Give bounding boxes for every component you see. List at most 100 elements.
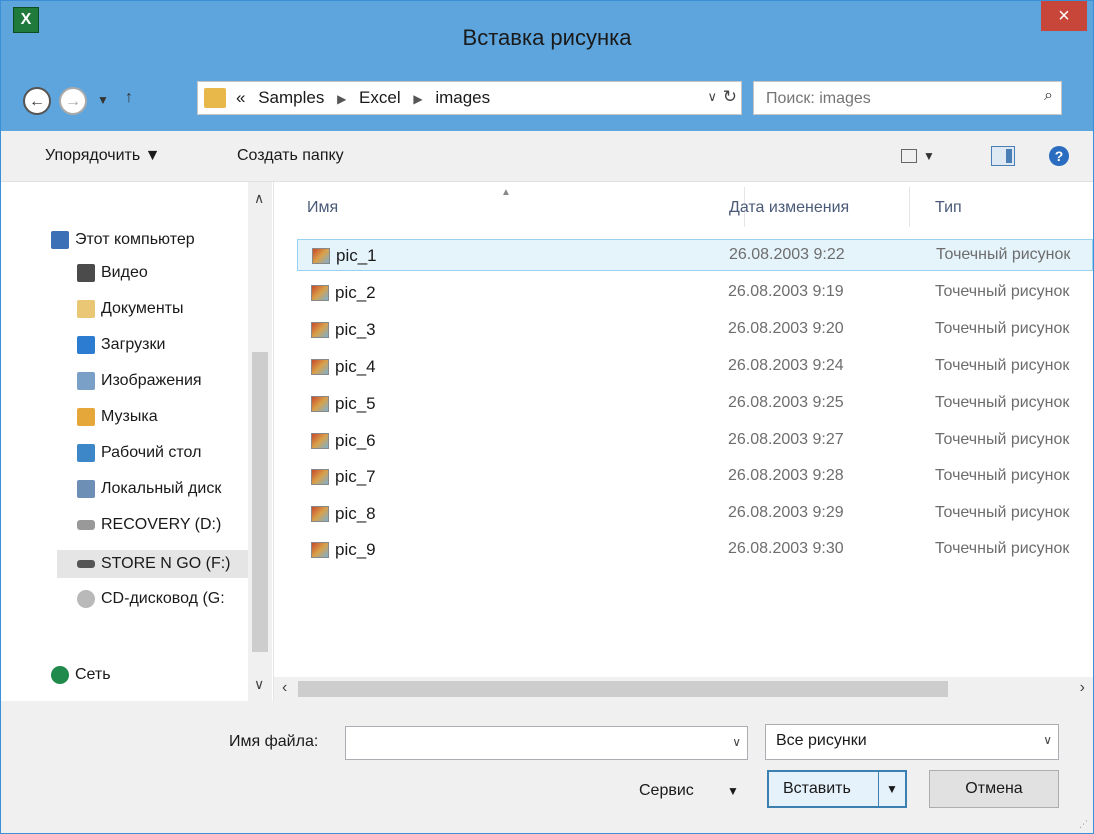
nav-item-label: Рабочий стол <box>101 444 202 462</box>
column-header-date[interactable]: Дата изменения <box>729 199 849 217</box>
insert-options-dropdown[interactable]: ▼ <box>878 772 905 806</box>
insert-button[interactable]: Вставить ▼ <box>767 770 907 808</box>
address-history-dropdown[interactable]: ∨ <box>707 89 717 105</box>
file-name: pic_2 <box>335 283 376 302</box>
column-header-name[interactable]: Имя <box>307 199 338 217</box>
file-date: 26.08.2003 9:20 <box>728 320 844 337</box>
file-date: 26.08.2003 9:28 <box>728 467 844 484</box>
file-name: pic_8 <box>335 504 376 523</box>
file-row[interactable]: pic_8 26.08.2003 9:29 Точечный рисунок <box>297 498 1093 530</box>
view-icon[interactable] <box>901 149 917 163</box>
organize-menu-button[interactable]: Упорядочить ▼ <box>45 147 161 165</box>
nav-item-label: STORE N GO (F:) <box>101 555 231 572</box>
file-type: Точечный рисунок <box>935 283 1070 300</box>
bitmap-file-icon <box>311 396 329 412</box>
view-dropdown[interactable]: ▼ <box>923 149 935 163</box>
file-name: pic_9 <box>335 540 376 559</box>
chevron-right-icon[interactable]: ▶ <box>337 92 346 106</box>
help-icon[interactable]: ? <box>1049 146 1069 166</box>
chevron-down-icon[interactable]: ∨ <box>732 735 741 749</box>
cancel-button[interactable]: Отмена <box>929 770 1059 808</box>
nav-item-documents[interactable]: Документы <box>77 300 183 328</box>
nav-item-local-disk[interactable]: Локальный диск <box>77 480 221 508</box>
nav-item-this-pc[interactable]: Этот компьютер <box>51 231 195 259</box>
close-button[interactable]: × <box>1041 1 1087 31</box>
file-type: Точечный рисунок <box>935 504 1070 521</box>
scroll-left-icon[interactable]: ‹ <box>282 679 287 697</box>
column-header-type[interactable]: Тип <box>935 199 962 217</box>
file-date: 26.08.2003 9:19 <box>728 283 844 300</box>
file-type: Точечный рисунок <box>935 431 1070 448</box>
nav-item-downloads[interactable]: Загрузки <box>77 336 165 364</box>
file-row[interactable]: pic_1 26.08.2003 9:22 Точечный рисунок <box>297 239 1093 271</box>
nav-item-pictures[interactable]: Изображения <box>77 372 202 400</box>
bitmap-file-icon <box>311 285 329 301</box>
folder-icon <box>204 88 226 108</box>
file-type: Точечный рисунок <box>935 394 1070 411</box>
dialog-footer: Имя файла: ∨ Все рисунки ∨ Сервис ▼ Вста… <box>1 702 1093 833</box>
nav-item-desktop[interactable]: Рабочий стол <box>77 444 201 472</box>
search-box[interactable]: ⌕ <box>753 81 1062 115</box>
resize-grip-icon[interactable]: ⋰ <box>1079 819 1089 829</box>
file-row[interactable]: pic_7 26.08.2003 9:28 Точечный рисунок <box>297 461 1093 493</box>
nav-item-label: Локальный диск <box>101 480 222 498</box>
file-type: Точечный рисунок <box>935 467 1070 484</box>
nav-item-label: Изображения <box>101 372 202 390</box>
tools-menu-button[interactable]: Сервис <box>639 782 694 800</box>
nav-item-music[interactable]: Музыка <box>77 408 158 436</box>
nav-item-cd-drive[interactable]: CD-дисковод (G: <box>77 590 225 618</box>
nav-item-label: Музыка <box>101 408 158 426</box>
breadcrumb-overflow[interactable]: « <box>236 88 245 107</box>
nav-scrollbar[interactable]: ∧ ∨ <box>248 182 272 701</box>
filename-input[interactable] <box>352 733 716 757</box>
column-divider[interactable] <box>909 187 910 227</box>
file-row[interactable]: pic_6 26.08.2003 9:27 Точечный рисунок <box>297 425 1093 457</box>
filename-combobox[interactable]: ∨ <box>345 726 748 760</box>
documents-folder-icon <box>77 300 95 318</box>
file-type-filter-select[interactable]: Все рисунки ∨ <box>765 724 1059 760</box>
nav-item-label: Сеть <box>75 666 111 684</box>
sort-ascending-icon: ▲ <box>501 187 511 198</box>
horizontal-scrollbar[interactable]: ‹ › <box>274 677 1093 701</box>
search-icon[interactable]: ⌕ <box>1044 87 1053 105</box>
up-button[interactable]: ↑ <box>125 89 133 107</box>
breadcrumb-images[interactable]: images <box>435 88 490 107</box>
scroll-thumb[interactable] <box>298 681 948 697</box>
chevron-right-icon[interactable]: ▶ <box>413 92 422 106</box>
downloads-folder-icon <box>77 336 95 354</box>
breadcrumb-samples[interactable]: Samples <box>258 88 324 107</box>
scroll-up-icon[interactable]: ∧ <box>254 190 264 207</box>
nav-item-label: Документы <box>101 300 184 318</box>
file-row[interactable]: pic_4 26.08.2003 9:24 Точечный рисунок <box>297 351 1093 383</box>
recent-locations-dropdown[interactable]: ▼ <box>97 93 109 107</box>
scroll-down-icon[interactable]: ∨ <box>254 676 264 693</box>
file-row[interactable]: pic_3 26.08.2003 9:20 Точечный рисунок <box>297 314 1093 346</box>
local-disk-icon <box>77 480 95 498</box>
forward-button[interactable]: → <box>59 87 87 115</box>
desktop-folder-icon <box>77 444 95 462</box>
nav-item-recovery[interactable]: RECOVERY (D:) <box>77 516 221 544</box>
scroll-right-icon[interactable]: › <box>1080 679 1085 697</box>
nav-item-network[interactable]: Сеть <box>51 666 111 694</box>
nav-item-store-n-go[interactable]: STORE N GO (F:) <box>57 550 267 578</box>
file-date: 26.08.2003 9:27 <box>728 431 844 448</box>
file-row[interactable]: pic_2 26.08.2003 9:19 Точечный рисунок <box>297 277 1093 309</box>
tools-dropdown-icon[interactable]: ▼ <box>727 784 739 798</box>
back-button[interactable]: ← <box>23 87 51 115</box>
chevron-down-icon[interactable]: ∨ <box>1043 733 1052 747</box>
new-folder-button[interactable]: Создать папку <box>237 147 344 165</box>
refresh-icon[interactable]: ↻ <box>723 87 737 107</box>
search-input[interactable] <box>764 87 1008 111</box>
preview-pane-icon[interactable] <box>991 146 1015 166</box>
file-type: Точечный рисунок <box>936 246 1071 263</box>
file-row[interactable]: pic_5 26.08.2003 9:25 Точечный рисунок <box>297 388 1093 420</box>
address-bar[interactable]: « Samples ▶ Excel ▶ images ∨ ↻ <box>197 81 742 115</box>
scroll-thumb[interactable] <box>252 352 268 652</box>
breadcrumb: « Samples ▶ Excel ▶ images <box>236 88 490 108</box>
nav-item-video[interactable]: Видео <box>77 264 148 292</box>
drive-icon <box>77 559 95 568</box>
breadcrumb-excel[interactable]: Excel <box>359 88 401 107</box>
file-type-filter-value: Все рисунки <box>776 732 867 749</box>
nav-item-label: Видео <box>101 264 148 282</box>
file-row[interactable]: pic_9 26.08.2003 9:30 Точечный рисунок <box>297 534 1093 566</box>
